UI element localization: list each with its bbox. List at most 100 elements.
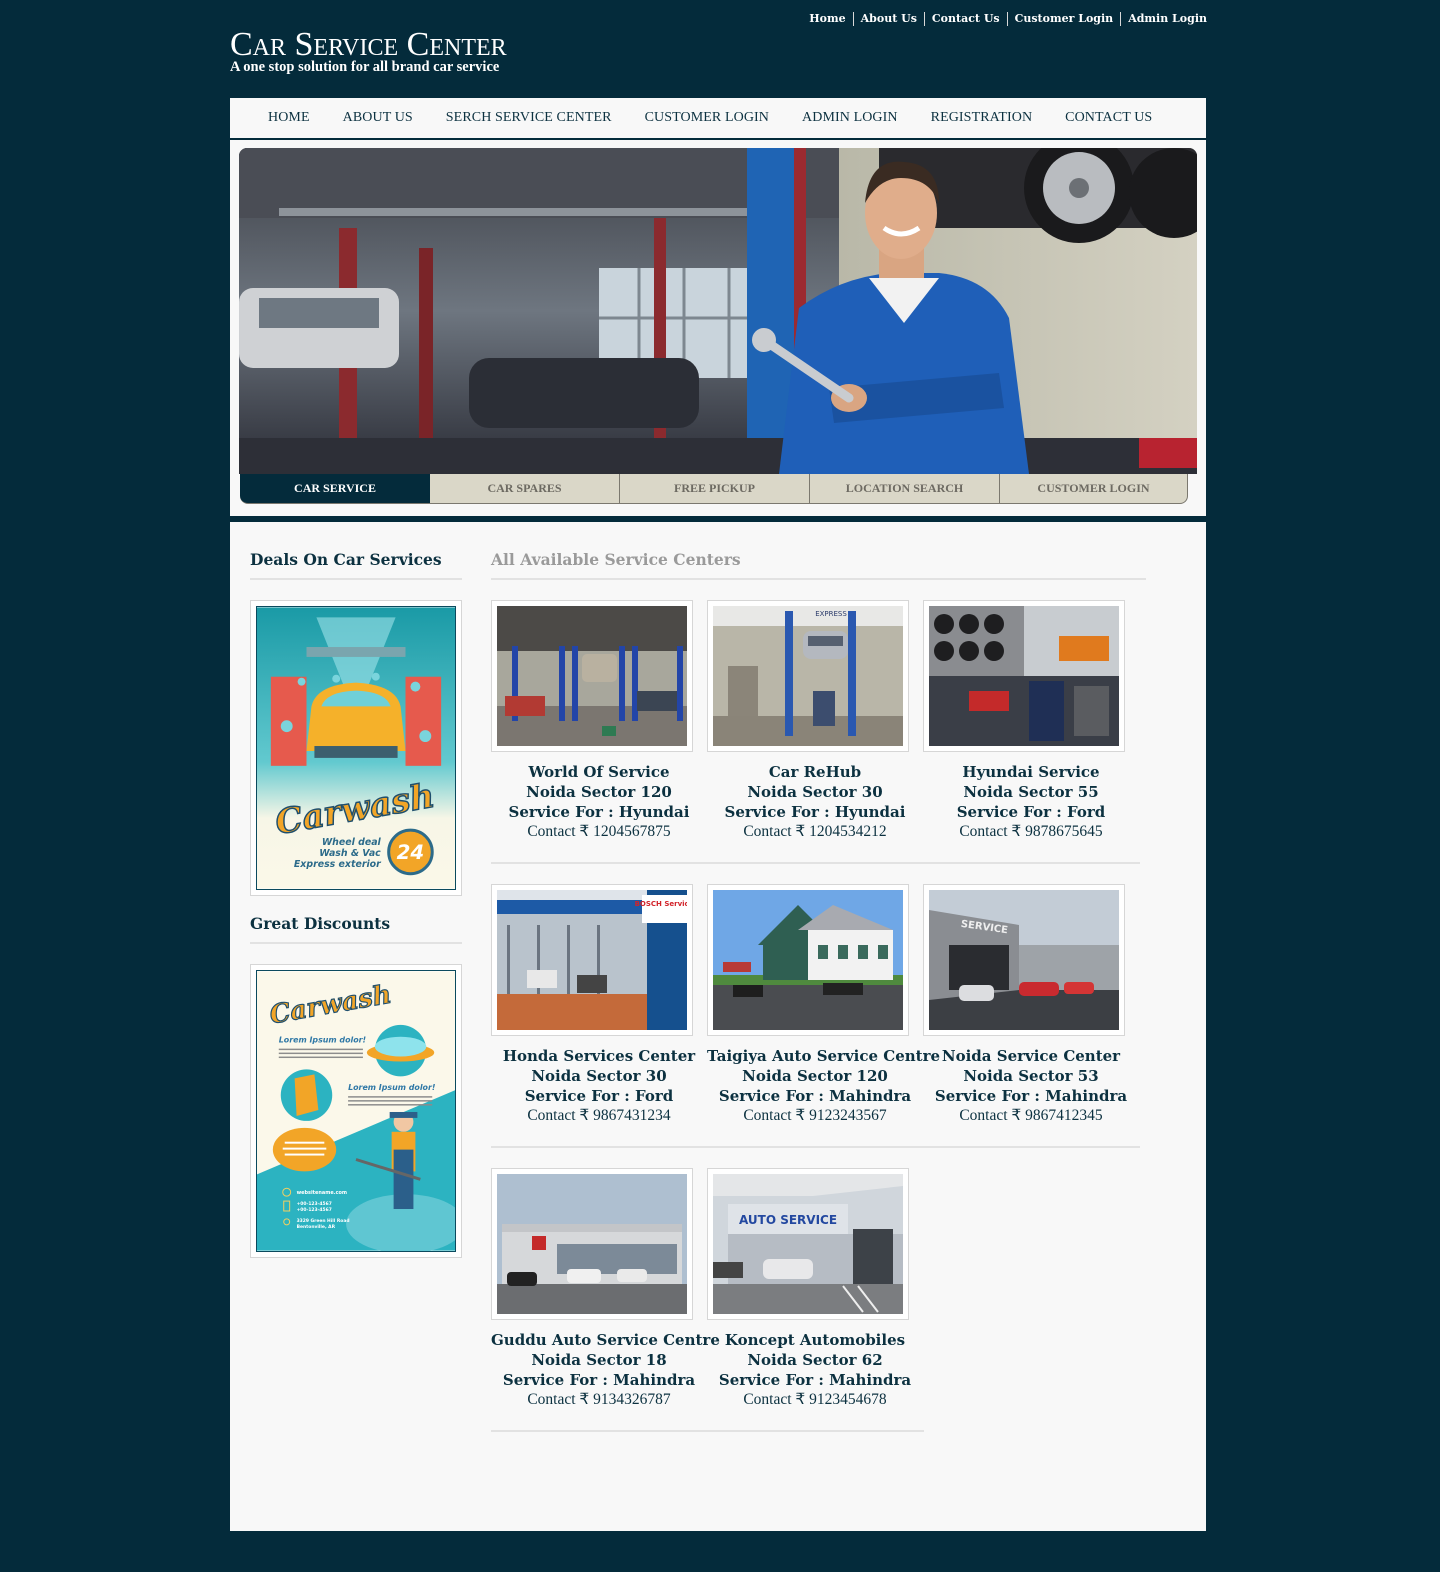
service-centers-row-1: World Of Service Noida Sector 120 Servic… bbox=[491, 580, 1140, 864]
carwash-ad-1[interactable]: Carwash Wheel deal Wash & Vac Express ex… bbox=[250, 600, 462, 896]
ad1-badge: 24 bbox=[397, 841, 425, 864]
service-center-photo[interactable] bbox=[491, 1168, 693, 1320]
center-contact: Contact ₹ 9123243567 bbox=[743, 1107, 887, 1124]
center-name: Noida Service Center bbox=[941, 1047, 1121, 1065]
service-center-card[interactable]: BOSCH Service Honda Services Center Noid… bbox=[491, 884, 707, 1126]
nav-home[interactable]: HOME bbox=[268, 110, 310, 126]
nav-customer-login[interactable]: CUSTOMER LOGIN bbox=[645, 110, 769, 126]
center-name: World Of Service bbox=[528, 763, 670, 781]
page-wrapper: HOME ABOUT US SERCH SERVICE CENTER CUSTO… bbox=[230, 98, 1206, 1531]
main-nav: HOME ABOUT US SERCH SERVICE CENTER CUSTO… bbox=[230, 98, 1206, 140]
tab-free-pickup[interactable]: FREE PICKUP bbox=[620, 474, 810, 504]
service-center-card[interactable]: Guddu Auto Service Centre Noida Sector 1… bbox=[491, 1168, 720, 1410]
center-name: Taigiya Auto Service Centre bbox=[707, 1047, 941, 1065]
center-contact: Contact ₹ 9134326787 bbox=[527, 1391, 671, 1408]
ad2-address-2: Bentonville, AR bbox=[297, 1224, 336, 1230]
ad2-headline-2: Lorem Ipsum dolor! bbox=[348, 1083, 436, 1092]
center-location: Noida Sector 18 bbox=[531, 1351, 667, 1369]
center-contact: Contact ₹ 9867412345 bbox=[959, 1107, 1103, 1124]
service-center-card[interactable]: AUTO SERVICE Koncept Automobiles Noida S… bbox=[707, 1168, 923, 1410]
service-center-card[interactable]: Hyundai Service Noida Sector 55 Service … bbox=[923, 600, 1139, 842]
tab-car-spares[interactable]: CAR SPARES bbox=[430, 474, 620, 504]
hero-banner-image bbox=[239, 148, 1197, 474]
site-tagline: A one stop solution for all brand car se… bbox=[230, 59, 500, 75]
hero-tabs: CAR SERVICE CAR SPARES FREE PICKUP LOCAT… bbox=[240, 474, 1188, 504]
nav-search-service-center[interactable]: SERCH SERVICE CENTER bbox=[446, 110, 612, 126]
sidebar: Deals On Car Services Carwash Wheel deal… bbox=[250, 550, 462, 1258]
ad2-address-1: 3329 Green Hill Road bbox=[297, 1218, 350, 1224]
center-service-for: Service For : Hyundai bbox=[508, 803, 690, 821]
center-contact: Contact ₹ 9878675645 bbox=[959, 823, 1103, 840]
service-center-photo[interactable] bbox=[923, 600, 1125, 752]
service-center-photo[interactable]: SERVICE bbox=[923, 884, 1125, 1036]
center-service-for: Service For : Mahindra bbox=[718, 1371, 912, 1389]
service-center-card[interactable]: World Of Service Noida Sector 120 Servic… bbox=[491, 600, 707, 842]
mechanic-garage-illustration bbox=[239, 148, 1197, 474]
center-contact: Contact ₹ 9123454678 bbox=[743, 1391, 887, 1408]
express-sign: EXPRESS bbox=[815, 610, 847, 618]
center-name: Car ReHub bbox=[768, 763, 862, 781]
center-service-for: Service For : Mahindra bbox=[502, 1371, 696, 1389]
center-name: Honda Services Center bbox=[502, 1047, 696, 1065]
center-location: Noida Sector 55 bbox=[963, 783, 1099, 801]
top-link-admin-login[interactable]: Admin Login bbox=[1120, 12, 1207, 26]
center-location: Noida Sector 120 bbox=[526, 783, 672, 801]
nav-registration[interactable]: REGISTRATION bbox=[931, 110, 1033, 126]
service-center-photo[interactable] bbox=[491, 600, 693, 752]
center-contact: Contact ₹ 9867431234 bbox=[527, 1107, 671, 1124]
center-location: Noida Sector 30 bbox=[531, 1067, 667, 1085]
ad2-headline-1: Lorem Ipsum dolor! bbox=[279, 1036, 367, 1045]
center-location: Noida Sector 120 bbox=[742, 1067, 888, 1085]
hero-section: CAR SERVICE CAR SPARES FREE PICKUP LOCAT… bbox=[230, 140, 1206, 516]
ad1-line-3: Express exterior bbox=[294, 859, 382, 870]
service-center-card[interactable]: EXPRESS Car ReHub Noida Sector 30 Servic… bbox=[707, 600, 923, 842]
service-center-card[interactable]: Taigiya Auto Service Centre Noida Sector… bbox=[707, 884, 941, 1126]
tab-location-search[interactable]: LOCATION SEARCH bbox=[810, 474, 1000, 504]
nav-admin-login[interactable]: ADMIN LOGIN bbox=[802, 110, 898, 126]
nav-contact-us[interactable]: CONTACT US bbox=[1065, 110, 1152, 126]
service-centers-heading: All Available Service Centers bbox=[491, 550, 1146, 580]
center-name: Hyundai Service bbox=[962, 763, 1100, 781]
service-centers-row-2: BOSCH Service Honda Services Center Noid… bbox=[491, 864, 1140, 1148]
service-center-card[interactable]: SERVICE Noida Service Center Noida Secto… bbox=[923, 884, 1139, 1126]
ad2-phone-2: +00-123-4567 bbox=[297, 1207, 332, 1213]
tab-customer-login[interactable]: CUSTOMER LOGIN bbox=[1000, 474, 1188, 504]
top-link-home[interactable]: Home bbox=[802, 12, 852, 26]
ad1-line-2: Wash & Vac bbox=[319, 848, 381, 859]
center-contact: Contact ₹ 1204567875 bbox=[527, 823, 671, 840]
auto-service-sign: AUTO SERVICE bbox=[739, 1213, 837, 1227]
tab-car-service[interactable]: CAR SERVICE bbox=[240, 474, 430, 504]
center-service-for: Service For : Hyundai bbox=[724, 803, 906, 821]
carwash-ad-2[interactable]: Carwash Lorem Ipsum dolor! Lorem Ipsum d… bbox=[250, 964, 462, 1258]
carwash-flyer-image: Carwash Lorem Ipsum dolor! Lorem Ipsum d… bbox=[256, 970, 456, 1252]
deals-heading: Deals On Car Services bbox=[250, 550, 462, 580]
center-service-for: Service For : Ford bbox=[956, 803, 1106, 821]
content-area: Deals On Car Services Carwash Wheel deal… bbox=[230, 522, 1206, 1531]
center-location: Noida Sector 62 bbox=[747, 1351, 883, 1369]
top-links: Home About Us Contact Us Customer Login … bbox=[802, 12, 1207, 26]
service-center-photo[interactable]: EXPRESS bbox=[707, 600, 909, 752]
site-logo[interactable]: Car Service Center A one stop solution f… bbox=[230, 26, 507, 76]
service-center-photo[interactable]: BOSCH Service bbox=[491, 884, 693, 1036]
service-centers-section: All Available Service Centers World Of S… bbox=[491, 550, 1146, 1432]
top-link-about[interactable]: About Us bbox=[852, 12, 924, 26]
center-name: Guddu Auto Service Centre bbox=[491, 1331, 720, 1349]
discounts-heading: Great Discounts bbox=[250, 914, 462, 944]
ad2-website: websitename.com bbox=[297, 1190, 347, 1196]
center-service-for: Service For : Mahindra bbox=[934, 1087, 1128, 1105]
center-location: Noida Sector 53 bbox=[963, 1067, 1099, 1085]
top-link-customer-login[interactable]: Customer Login bbox=[1006, 12, 1121, 26]
top-link-contact[interactable]: Contact Us bbox=[923, 12, 1007, 26]
carwash-poster-image: Carwash Wheel deal Wash & Vac Express ex… bbox=[256, 606, 456, 890]
center-service-for: Service For : Ford bbox=[524, 1087, 674, 1105]
center-contact: Contact ₹ 1204534212 bbox=[743, 823, 887, 840]
bosch-sign: BOSCH Service bbox=[635, 900, 687, 908]
ad1-line-1: Wheel deal bbox=[322, 837, 382, 848]
center-location: Noida Sector 30 bbox=[747, 783, 883, 801]
service-center-photo[interactable] bbox=[707, 884, 909, 1036]
nav-about-us[interactable]: ABOUT US bbox=[343, 110, 413, 126]
service-center-photo[interactable]: AUTO SERVICE bbox=[707, 1168, 909, 1320]
ad2-phone-1: +00-123-4567 bbox=[297, 1201, 332, 1207]
center-name: Koncept Automobiles bbox=[724, 1331, 906, 1349]
center-service-for: Service For : Mahindra bbox=[718, 1087, 912, 1105]
